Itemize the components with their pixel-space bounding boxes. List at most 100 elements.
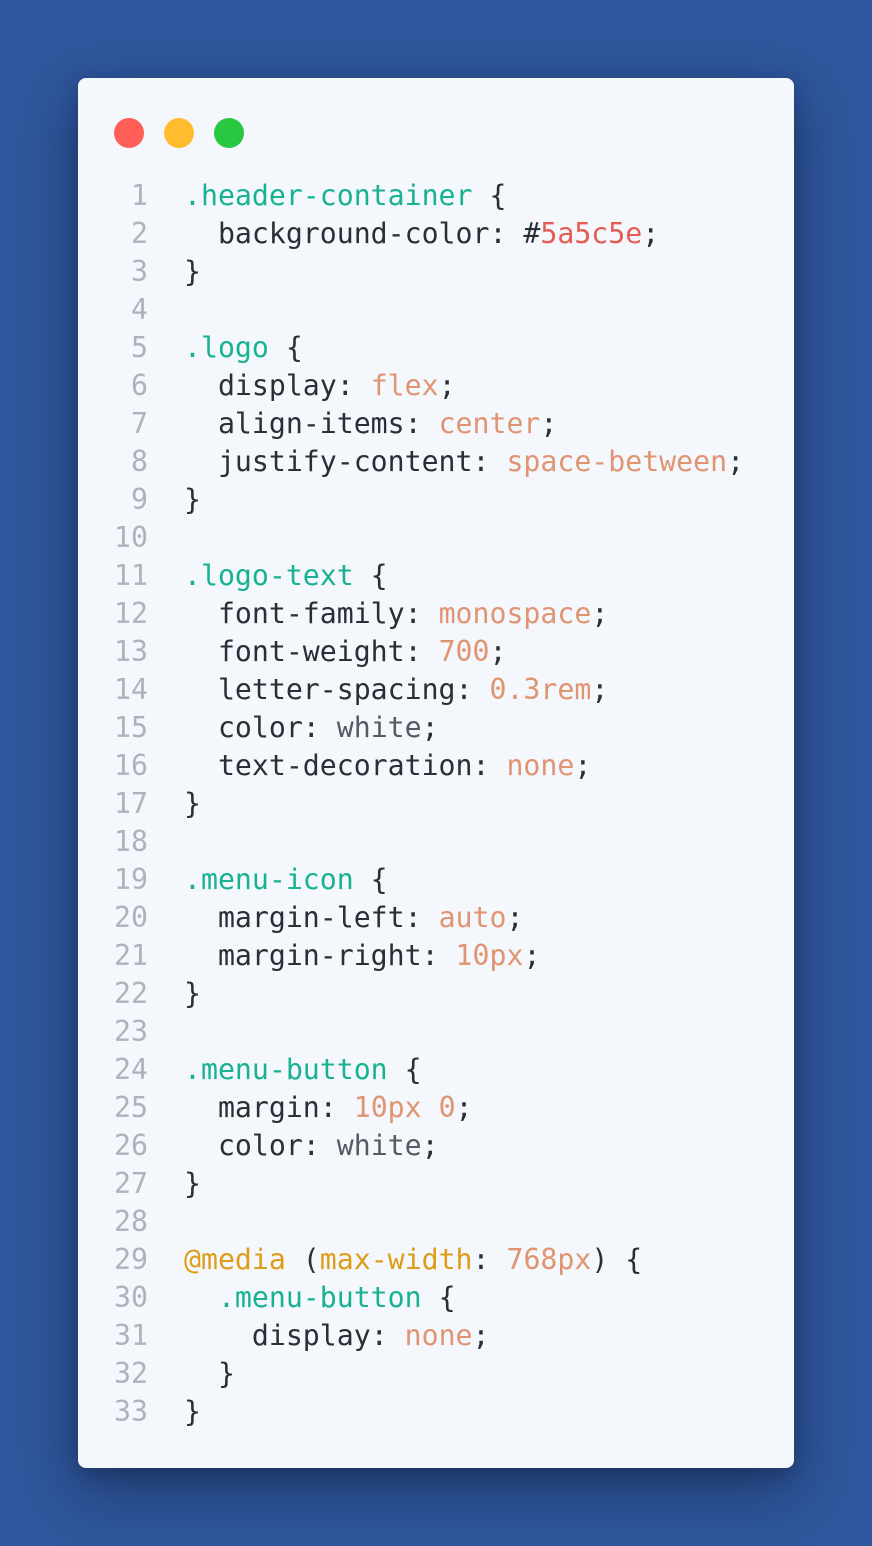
code-window: 1 .header-container {2 background-color: … <box>78 78 794 1468</box>
code-line: 25 margin: 10px 0; <box>78 1089 794 1127</box>
code-token: auto <box>438 901 507 934</box>
line-number: 31 <box>114 1319 148 1352</box>
code-token: } <box>184 1167 201 1200</box>
line-content: .menu-icon { <box>184 861 388 899</box>
code-token: text-decoration <box>184 749 473 782</box>
code-token: .menu-icon <box>184 863 354 896</box>
line-number: 17 <box>114 787 148 820</box>
line-content: color: white; <box>184 1127 439 1165</box>
code-token: : <box>472 1243 507 1276</box>
code-token: letter-spacing <box>184 673 456 706</box>
code-token: : <box>404 635 439 668</box>
code-line: 15 color: white; <box>78 709 794 747</box>
line-number: 11 <box>114 559 148 592</box>
code-token: : <box>455 673 490 706</box>
code-token: .menu-button <box>217 1281 422 1314</box>
line-content: justify-content: space-between; <box>184 443 744 481</box>
code-token: : <box>302 711 337 744</box>
code-line: 23 <box>78 1013 794 1051</box>
code-token: { <box>353 863 388 896</box>
code-token: 0.3rem <box>489 673 592 706</box>
code-token: 10px 0 <box>353 1091 456 1124</box>
line-number: 18 <box>114 825 148 858</box>
code-token: : <box>302 1129 337 1162</box>
line-number: 8 <box>131 445 148 478</box>
code-token: ; <box>489 635 507 668</box>
line-content: margin: 10px 0; <box>184 1089 473 1127</box>
line-content: .menu-button { <box>184 1051 422 1089</box>
line-number: 12 <box>114 597 148 630</box>
line-content: } <box>184 253 201 291</box>
code-token: 768px <box>506 1243 592 1276</box>
code-line: 16 text-decoration: none; <box>78 747 794 785</box>
code-token: ; <box>642 217 660 250</box>
code-line: 6 display: flex; <box>78 367 794 405</box>
code-token: none <box>404 1319 473 1352</box>
code-token: display <box>184 369 337 402</box>
line-number: 28 <box>114 1205 148 1238</box>
line-number: 2 <box>131 217 148 250</box>
line-number: 20 <box>114 901 148 934</box>
code-token: : <box>472 445 507 478</box>
code-token: ; <box>438 369 456 402</box>
code-token: ; <box>472 1319 490 1352</box>
code-line: 8 justify-content: space-between; <box>78 443 794 481</box>
code-token: } <box>184 1395 201 1428</box>
code-token: : <box>370 1319 405 1352</box>
code-token: .header-container <box>184 179 473 212</box>
line-content: text-decoration: none; <box>184 747 591 785</box>
code-token: ; <box>591 673 609 706</box>
code-token: ; <box>574 749 592 782</box>
code-token: } <box>184 483 201 516</box>
code-line: 1 .header-container { <box>78 177 794 215</box>
code-token: ; <box>421 711 439 744</box>
code-token: ; <box>523 939 541 972</box>
code-line: 27} <box>78 1165 794 1203</box>
code-token: ; <box>540 407 558 440</box>
code-token: : # <box>489 217 541 250</box>
minimize-window-button[interactable] <box>164 118 194 148</box>
line-content: letter-spacing: 0.3rem; <box>184 671 608 709</box>
line-content: .logo-text { <box>184 557 388 595</box>
code-token: { <box>472 179 507 212</box>
code-token: ; <box>421 1129 439 1162</box>
line-number: 10 <box>114 521 148 554</box>
code-line: 11 .logo-text { <box>78 557 794 595</box>
code-line: 24 .menu-button { <box>78 1051 794 1089</box>
line-content: .logo { <box>184 329 303 367</box>
code-token: { <box>353 559 388 592</box>
code-line: 12 font-family: monospace; <box>78 595 794 633</box>
code-token: : <box>319 1091 354 1124</box>
line-content: } <box>184 785 201 823</box>
code-token: : <box>404 597 439 630</box>
code-line: 29 @media (max-width: 768px) { <box>78 1241 794 1279</box>
code-token: : <box>404 901 439 934</box>
line-number: 16 <box>114 749 148 782</box>
line-number: 30 <box>114 1281 148 1314</box>
code-token: ) { <box>591 1243 643 1276</box>
code-editor[interactable]: 1 .header-container {2 background-color: … <box>78 177 794 1431</box>
line-content: @media (max-width: 768px) { <box>184 1241 642 1279</box>
code-token: font-family <box>184 597 405 630</box>
code-token: justify-content <box>184 445 473 478</box>
line-number: 21 <box>114 939 148 972</box>
maximize-window-button[interactable] <box>214 118 244 148</box>
line-number: 24 <box>114 1053 148 1086</box>
line-content: margin-left: auto; <box>184 899 524 937</box>
code-line: 22} <box>78 975 794 1013</box>
line-content: } <box>184 1165 201 1203</box>
code-line: 30 .menu-button { <box>78 1279 794 1317</box>
line-number: 1 <box>131 179 148 212</box>
line-content: display: none; <box>184 1317 490 1355</box>
code-token: 10px <box>455 939 524 972</box>
code-token: white <box>336 711 422 744</box>
close-window-button[interactable] <box>114 118 144 148</box>
line-number: 19 <box>114 863 148 896</box>
line-content: } <box>184 1355 235 1393</box>
code-token: : <box>404 407 439 440</box>
code-line: 32 } <box>78 1355 794 1393</box>
line-content: background-color: #5a5c5e; <box>184 215 659 253</box>
code-line: 3} <box>78 253 794 291</box>
line-number: 9 <box>131 483 148 516</box>
code-line: 10 <box>78 519 794 557</box>
